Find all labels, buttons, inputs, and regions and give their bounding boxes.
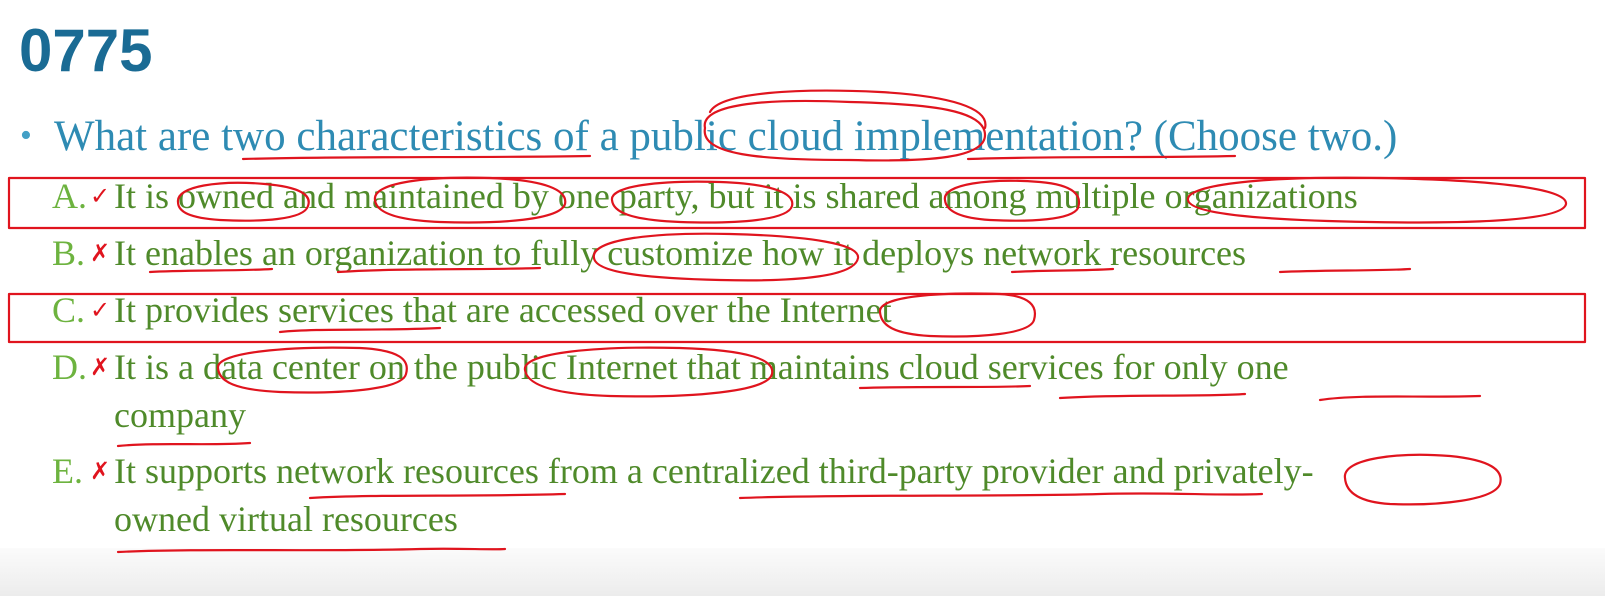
question-text-row: • What are two characteristics of a publi… bbox=[20, 108, 1397, 165]
option-text-line: company bbox=[114, 395, 246, 435]
cross-mark-icon: ✗ bbox=[90, 239, 111, 267]
cross-mark-icon: ✗ bbox=[90, 457, 111, 485]
option-text-line: It supports network resources from a cen… bbox=[114, 451, 1314, 491]
option-text-line: It provides services that are accessed o… bbox=[114, 290, 892, 330]
option-letter: C. bbox=[52, 290, 86, 330]
option-text-line: It enables an organization to fully cust… bbox=[114, 233, 1247, 273]
option-text: It supports network resources from a cen… bbox=[114, 447, 1314, 543]
underline-company bbox=[116, 441, 252, 448]
option-text: It provides services that are accessed o… bbox=[114, 286, 892, 334]
option-text-line: It is owned and maintained by one party,… bbox=[114, 176, 1358, 216]
option-text: It enables an organization to fully cust… bbox=[114, 229, 1246, 277]
option-text-line: owned virtual resources bbox=[114, 499, 458, 539]
underline-resources bbox=[1278, 267, 1412, 274]
option-letter: B. bbox=[52, 233, 86, 273]
circle-internet bbox=[878, 292, 1037, 338]
bottom-shade bbox=[0, 548, 1605, 596]
question-number: 0775 bbox=[19, 17, 153, 84]
option-text: It is owned and maintained by one party,… bbox=[114, 172, 1358, 220]
option-letter: E. bbox=[52, 451, 83, 491]
check-mark-icon: ✓ bbox=[90, 296, 111, 324]
option-text: It is a data center on the public Intern… bbox=[114, 343, 1289, 439]
underline-only-one bbox=[1318, 394, 1482, 402]
cross-mark-icon: ✗ bbox=[90, 353, 111, 381]
option-text-line: It is a data center on the public Intern… bbox=[114, 347, 1289, 387]
option-letter: D. bbox=[52, 347, 87, 387]
option-letter: A. bbox=[52, 176, 87, 216]
check-mark-icon: ✓ bbox=[90, 182, 111, 210]
circle-privately bbox=[1343, 453, 1502, 506]
question-text: What are two characteristics of a public… bbox=[54, 113, 1398, 160]
bullet-icon: • bbox=[20, 117, 32, 154]
